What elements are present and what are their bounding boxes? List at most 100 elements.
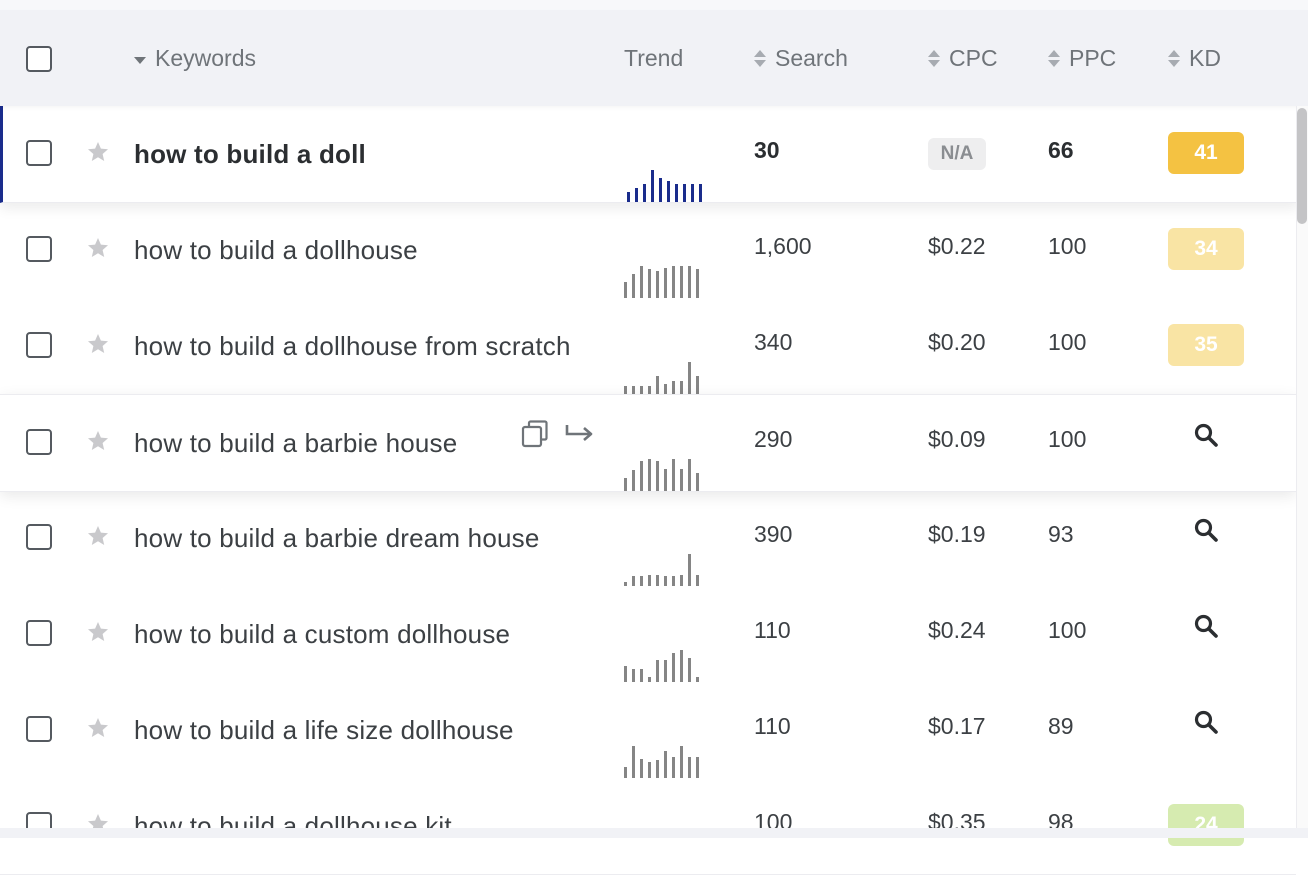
star-icon[interactable] bbox=[86, 524, 110, 548]
trend-bar bbox=[640, 386, 643, 394]
trend-bar bbox=[664, 469, 667, 491]
trend-bar bbox=[680, 469, 683, 491]
kd-badge: 41 bbox=[1168, 132, 1244, 174]
kd-badge: 35 bbox=[1168, 324, 1244, 366]
row-checkbox[interactable] bbox=[26, 524, 52, 550]
trend-bar bbox=[672, 757, 675, 778]
trend-bar bbox=[624, 767, 627, 778]
trend-bar bbox=[680, 575, 683, 586]
cpc-value: $0.17 bbox=[928, 713, 986, 739]
trend-bar bbox=[656, 660, 659, 682]
trend-bar bbox=[664, 384, 667, 394]
trend-bar bbox=[640, 576, 643, 586]
keyword-text[interactable]: how to build a life size dollhouse bbox=[134, 682, 514, 778]
kd-column-header[interactable]: KD bbox=[1168, 10, 1221, 106]
search-icon[interactable] bbox=[1193, 709, 1219, 735]
keyword-text[interactable]: how to build a barbie house bbox=[134, 395, 457, 491]
keyword-text[interactable]: how to build a dollhouse bbox=[134, 202, 418, 298]
table-row[interactable]: how to build a life size dollhouse 110 $0.… bbox=[0, 682, 1296, 779]
cpc-value: $0.09 bbox=[928, 426, 986, 452]
keyword-text[interactable]: how to build a dollhouse from scratch bbox=[134, 298, 571, 394]
star-icon[interactable] bbox=[86, 716, 110, 740]
trend-bar bbox=[635, 188, 638, 202]
cpc-value: $0.24 bbox=[928, 617, 986, 643]
copy-icon[interactable] bbox=[520, 419, 550, 454]
cpc-value: $0.19 bbox=[928, 521, 986, 547]
trend-bar bbox=[651, 170, 654, 202]
keyword-text[interactable]: how to build a barbie dream house bbox=[134, 490, 540, 586]
trend-sparkline bbox=[622, 530, 712, 586]
ppc-value: 66 bbox=[1048, 137, 1074, 163]
scrollbar-thumb[interactable] bbox=[1297, 108, 1307, 224]
trend-bar bbox=[624, 666, 627, 682]
search-icon[interactable] bbox=[1193, 422, 1219, 448]
trend-bar bbox=[632, 470, 635, 491]
table-row[interactable]: how to build a dollhouse kit 100 $0.35 98 24 bbox=[0, 778, 1296, 875]
search-volume: 1,600 bbox=[754, 233, 812, 259]
search-column-header[interactable]: Search bbox=[754, 10, 848, 106]
trend-bar bbox=[640, 669, 643, 682]
cpc-value: $0.22 bbox=[928, 233, 986, 259]
forward-arrow-icon[interactable] bbox=[564, 419, 596, 454]
trend-bar bbox=[688, 362, 691, 394]
row-checkbox[interactable] bbox=[26, 236, 52, 262]
star-icon[interactable] bbox=[86, 236, 110, 260]
trend-bar bbox=[643, 184, 646, 202]
row-checkbox[interactable] bbox=[26, 140, 52, 166]
table-row[interactable]: how to build a doll 30 N/A 66 41 bbox=[0, 106, 1299, 203]
trend-sparkline bbox=[622, 626, 712, 682]
trend-bar bbox=[699, 184, 702, 202]
keyword-text[interactable]: how to build a dollhouse kit bbox=[134, 778, 452, 874]
trend-bar bbox=[648, 386, 651, 394]
table-row[interactable]: how to build a barbie dream house 390 $0.1… bbox=[0, 490, 1296, 587]
trend-bar bbox=[656, 376, 659, 394]
row-checkbox[interactable] bbox=[26, 429, 52, 455]
trend-bar bbox=[688, 459, 691, 491]
trend-bar bbox=[656, 575, 659, 586]
table-row[interactable]: how to build a custom dollhouse 110 $0.24 1… bbox=[0, 586, 1296, 683]
row-checkbox[interactable] bbox=[26, 332, 52, 358]
trend-bar bbox=[696, 269, 699, 298]
row-actions bbox=[520, 419, 596, 454]
keywords-column-header[interactable]: Keywords bbox=[134, 10, 256, 106]
star-icon[interactable] bbox=[86, 620, 110, 644]
star-icon[interactable] bbox=[86, 332, 110, 356]
trend-bar bbox=[632, 576, 635, 586]
kd-badge: 34 bbox=[1168, 228, 1244, 270]
trend-bar bbox=[640, 759, 643, 778]
row-checkbox[interactable] bbox=[26, 716, 52, 742]
search-volume: 30 bbox=[754, 137, 780, 163]
cpc-na-badge: N/A bbox=[928, 138, 986, 170]
keyword-text[interactable]: how to build a custom dollhouse bbox=[134, 586, 510, 682]
trend-bar bbox=[680, 650, 683, 682]
keyword-text[interactable]: how to build a doll bbox=[134, 106, 366, 202]
select-all-checkbox[interactable] bbox=[26, 46, 52, 72]
trend-sparkline bbox=[622, 435, 712, 491]
search-volume: 340 bbox=[754, 329, 793, 355]
row-checkbox[interactable] bbox=[26, 620, 52, 646]
ppc-column-header[interactable]: PPC bbox=[1048, 10, 1116, 106]
trend-bar bbox=[632, 386, 635, 394]
trend-bar bbox=[672, 381, 675, 394]
trend-bar bbox=[648, 269, 651, 298]
kd-badge: 24 bbox=[1168, 804, 1244, 846]
search-volume: 290 bbox=[754, 426, 793, 452]
search-icon[interactable] bbox=[1193, 613, 1219, 639]
table-row[interactable]: how to build a barbie house 290 $0.09 100 bbox=[0, 394, 1296, 492]
table-row[interactable]: how to build a dollhouse 1,600 $0.22 100 34 bbox=[0, 202, 1296, 299]
trend-bar bbox=[672, 653, 675, 682]
table-row[interactable]: how to build a dollhouse from scratch 340… bbox=[0, 298, 1296, 395]
ppc-value: 93 bbox=[1048, 521, 1074, 547]
trend-bar bbox=[688, 757, 691, 778]
star-icon[interactable] bbox=[86, 429, 110, 453]
search-icon[interactable] bbox=[1193, 517, 1219, 543]
bottom-bar bbox=[0, 828, 1308, 838]
search-volume: 390 bbox=[754, 521, 793, 547]
trend-bar bbox=[683, 184, 686, 202]
trend-bar bbox=[691, 184, 694, 202]
cpc-column-header[interactable]: CPC bbox=[928, 10, 998, 106]
star-icon[interactable] bbox=[86, 140, 110, 164]
trend-bar bbox=[680, 266, 683, 298]
sort-icon bbox=[928, 49, 940, 67]
ppc-value: 100 bbox=[1048, 329, 1087, 355]
